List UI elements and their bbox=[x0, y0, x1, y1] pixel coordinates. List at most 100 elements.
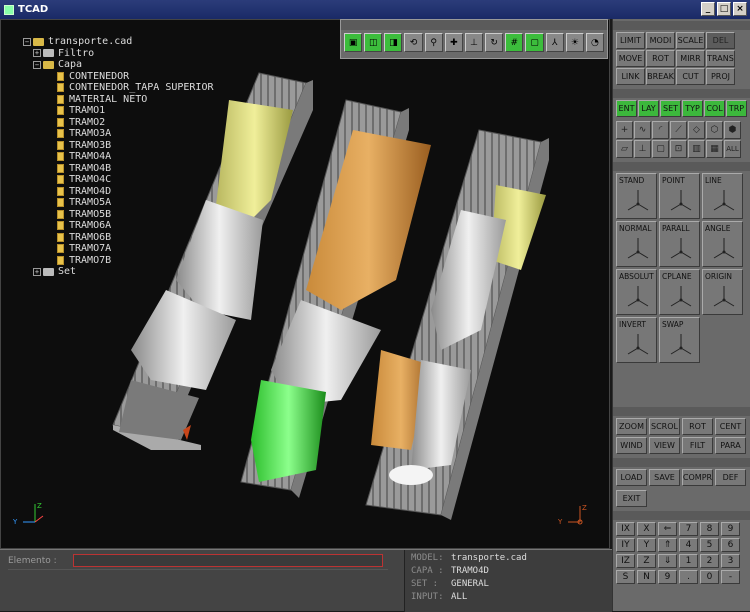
edit-button-del[interactable]: DEL bbox=[706, 32, 735, 49]
numpad-key[interactable]: 2 bbox=[700, 554, 719, 568]
3d-viewport[interactable]: − transporte.cad + Filtro − Capa CONTENEDOR… bbox=[0, 19, 610, 549]
numpad-key[interactable]: . bbox=[679, 570, 698, 584]
view-button-view[interactable]: VIEW bbox=[649, 437, 680, 454]
tree-item[interactable]: TRAMO4B bbox=[23, 163, 214, 175]
tree-item[interactable]: CONTENEDOR bbox=[23, 71, 214, 83]
edit-button-cut[interactable]: CUT bbox=[676, 68, 705, 85]
view-button-zoom[interactable]: ZOOM bbox=[616, 418, 647, 435]
numpad-key[interactable]: 7 bbox=[679, 522, 698, 536]
surface-entity-icon[interactable]: ◇ bbox=[688, 121, 705, 139]
numpad-key[interactable]: 9 bbox=[721, 522, 740, 536]
numpad-key[interactable]: IX bbox=[616, 522, 635, 536]
numpad-key[interactable]: N bbox=[637, 570, 656, 584]
numpad-key[interactable]: Z bbox=[637, 554, 656, 568]
edit-button-scale[interactable]: SCALE bbox=[676, 32, 705, 49]
point-mode-angle[interactable]: ANGLE bbox=[702, 221, 743, 267]
numpad-key[interactable]: 6 bbox=[721, 538, 740, 552]
light-icon[interactable]: ☀ bbox=[565, 33, 584, 52]
numpad-key[interactable]: ⇐ bbox=[658, 522, 677, 536]
plane-entity-icon[interactable]: ▱ bbox=[616, 140, 633, 158]
file-button-compr[interactable]: COMPR bbox=[682, 469, 713, 486]
edit-button-modi[interactable]: MODI bbox=[646, 32, 675, 49]
tree-item[interactable]: TRAMO5B bbox=[23, 209, 214, 221]
tree-item[interactable]: TRAMO6A bbox=[23, 220, 214, 232]
axes-icon[interactable]: ⊥ bbox=[464, 33, 484, 52]
edit-button-limit[interactable]: LIMIT bbox=[616, 32, 645, 49]
select-button-ent[interactable]: ENT bbox=[616, 100, 637, 117]
model-tree[interactable]: − transporte.cad + Filtro − Capa CONTENEDOR… bbox=[23, 36, 214, 278]
numpad-key[interactable]: - bbox=[721, 570, 740, 584]
view-cube-icon[interactable]: ◨ bbox=[384, 33, 403, 52]
numpad-key[interactable]: Y bbox=[637, 538, 656, 552]
tree-item[interactable]: TRAMO4D bbox=[23, 186, 214, 198]
maximize-button[interactable]: □ bbox=[717, 2, 731, 16]
frame-icon[interactable]: ▢ bbox=[525, 33, 544, 52]
point-entity-icon[interactable]: + bbox=[616, 121, 633, 139]
line-entity-icon[interactable]: ⟋ bbox=[670, 121, 687, 139]
tree-item[interactable]: TRAMO4A bbox=[23, 151, 214, 163]
tree-item[interactable]: TRAMO3B bbox=[23, 140, 214, 152]
file-button-def[interactable]: DEF bbox=[715, 469, 746, 486]
render-icon[interactable]: ◔ bbox=[585, 33, 605, 52]
point-mode-origin[interactable]: ORIGIN bbox=[702, 269, 743, 315]
numpad-key[interactable]: 4 bbox=[679, 538, 698, 552]
numpad-key[interactable]: IZ bbox=[616, 554, 635, 568]
select-button-set[interactable]: SET bbox=[660, 100, 681, 117]
tree-item[interactable]: TRAMO3A bbox=[23, 128, 214, 140]
pan-icon[interactable]: ✚ bbox=[444, 33, 463, 52]
tree-item[interactable]: TRAMO7B bbox=[23, 255, 214, 267]
point-mode-invert[interactable]: INVERT bbox=[616, 317, 657, 363]
tree-root[interactable]: − transporte.cad bbox=[23, 36, 214, 48]
point-mode-parall[interactable]: PARALL bbox=[659, 221, 700, 267]
numpad-key[interactable]: 8 bbox=[700, 522, 719, 536]
view-button-scrol[interactable]: SCROL bbox=[649, 418, 680, 435]
point-mode-swap[interactable]: SWAP bbox=[659, 317, 700, 363]
minimize-button[interactable]: _ bbox=[701, 2, 715, 16]
close-button[interactable]: × bbox=[733, 2, 747, 16]
point-mode-stand[interactable]: STAND bbox=[616, 173, 657, 219]
tree-item[interactable]: TRAMO2 bbox=[23, 117, 214, 129]
edit-button-mirr[interactable]: MIRR bbox=[676, 50, 705, 67]
numpad-key[interactable]: IY bbox=[616, 538, 635, 552]
select-button-col[interactable]: COL bbox=[704, 100, 725, 117]
edit-button-break[interactable]: BREAK bbox=[646, 68, 675, 85]
point-mode-absolut[interactable]: ABSOLUT bbox=[616, 269, 657, 315]
tree-item[interactable]: CONTENEDOR_TAPA SUPERIOR bbox=[23, 82, 214, 94]
tree-set[interactable]: + Set bbox=[23, 266, 214, 278]
dot-entity-icon[interactable]: ⊡ bbox=[670, 140, 687, 158]
tree-item[interactable]: TRAMO6B bbox=[23, 232, 214, 244]
view-box-icon[interactable]: ◫ bbox=[364, 33, 383, 52]
square-entity-icon[interactable]: ▢ bbox=[652, 140, 669, 158]
view-button-wind[interactable]: WIND bbox=[616, 437, 647, 454]
tree-item[interactable]: TRAMO7A bbox=[23, 243, 214, 255]
arc-entity-icon[interactable]: ◜ bbox=[652, 121, 669, 139]
numpad-key[interactable]: 9 bbox=[658, 570, 677, 584]
tree-filtro[interactable]: + Filtro bbox=[23, 48, 214, 60]
numpad-key[interactable]: ⇓ bbox=[658, 554, 677, 568]
view-iso-icon[interactable]: ▣ bbox=[344, 33, 363, 52]
file-button-load[interactable]: LOAD bbox=[616, 469, 647, 486]
select-button-typ[interactable]: TYP bbox=[682, 100, 703, 117]
coordinate-icon[interactable]: ⅄ bbox=[545, 33, 564, 52]
edit-button-trans[interactable]: TRANS bbox=[706, 50, 735, 67]
view-button-cent[interactable]: CENT bbox=[715, 418, 746, 435]
zoom-icon[interactable]: ⚲ bbox=[424, 33, 443, 52]
view-button-para[interactable]: PARA bbox=[715, 437, 746, 454]
numpad-key[interactable]: 5 bbox=[700, 538, 719, 552]
point-mode-normal[interactable]: NORMAL bbox=[616, 221, 657, 267]
select-button-trp[interactable]: TRP bbox=[726, 100, 747, 117]
tree-item[interactable]: TRAMO1 bbox=[23, 105, 214, 117]
edit-button-rot[interactable]: ROT bbox=[646, 50, 675, 67]
edit-button-move[interactable]: MOVE bbox=[616, 50, 645, 67]
numpad-key[interactable]: 0 bbox=[700, 570, 719, 584]
elemento-input[interactable] bbox=[73, 554, 383, 567]
tree-item[interactable]: MATERIAL NETO bbox=[23, 94, 214, 106]
rotate-view-icon[interactable]: ⟲ bbox=[404, 33, 423, 52]
numpad-key[interactable]: ⇑ bbox=[658, 538, 677, 552]
file-button-save[interactable]: SAVE bbox=[649, 469, 680, 486]
orbit-icon[interactable]: ↻ bbox=[485, 33, 504, 52]
point-mode-point[interactable]: POINT bbox=[659, 173, 700, 219]
exit-button[interactable]: EXIT bbox=[616, 490, 647, 507]
hatch-entity-icon[interactable]: ▥ bbox=[688, 140, 705, 158]
edit-button-proj[interactable]: PROJ bbox=[706, 68, 735, 85]
